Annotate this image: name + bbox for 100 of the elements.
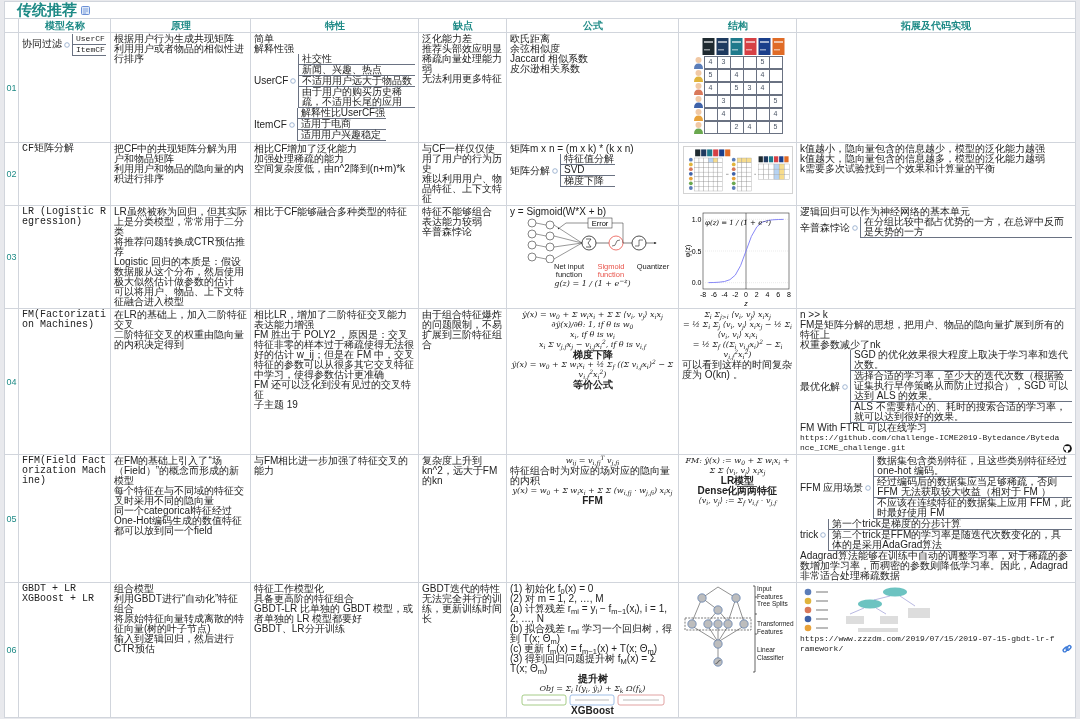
cell-text: (1) 初始化 f$_{0}$(x) = 0 [510,584,595,594]
note-icon[interactable] [81,5,90,15]
branch-item: UserCF [73,34,106,45]
node-circle-icon [852,224,858,231]
formula-caption: Dense化两两特征 [696,486,779,496]
cell-text: 表达能力较弱 [422,217,482,227]
model-name: GBDT + LR [22,584,77,594]
cell-text: 皮尔逊相关系数 [510,64,580,74]
cell-text: 与FM相比进一步加强了特征交叉的能力 [254,456,410,476]
cell-text: 权重参数减少了nk [800,340,882,350]
cell-text: 解释性强 [254,44,295,54]
matrix-cell [716,68,731,82]
cell-text: 利用GBDT进行“自动化”特征组合 [114,594,239,614]
cell-text: 欧氏距离 [510,34,550,44]
cell-text: 由于组合特征爆炸的问题限制，不易扩展到三阶特征组合 [422,310,503,350]
node-circle-icon [865,484,872,491]
matrix-cell [755,94,770,108]
book-cover-icon [758,38,771,55]
cell-text: 输入到逻辑回归，然后进行CTR预估 [114,634,235,654]
column-header: 原理 [170,20,191,31]
model-name: FM(Factorization Machines) [22,310,107,330]
formula-text: x$_{i}$ Σ v$_{j,f}$x$_{j}$ − v$_{i,f}$x$_{i}$$^{2}$, if θ is v$_{i,f}$ [538,340,648,350]
node-circle-icon [820,532,827,538]
formula-text: ⟨v$_{i}$, v$_{j}$⟩ := Σ$_{f}$ v$_{i,f}$ · v$_{j,f}$ [697,496,778,506]
cell-text: 相比于CF能够融合多种类型的特征 [254,207,409,217]
branch-label: trick [800,530,819,540]
book-cover-icon [744,38,757,55]
matrix-cell [716,120,731,134]
cell-text: FM是矩阵分解的思想，把用户、物品的隐向量扩展到所有的特征上 [800,320,1066,340]
branch-item: 第一个trick是梯度的分步计算 [829,519,1072,530]
cell-text: 相比LR，增加了二阶特征交叉能力 [254,310,408,320]
formula-text: FM: ŷ(x) := w$_{0}$ + Σ w$_{i}$x$_{i}$ + Σ Σ ⟨v$_{i}$, v$_{j}$⟩ x$_{i}$x$_{j}$ [684,456,791,476]
formula-text: ŷ(x) = w$_{0}$ + Σ w$_{i}$x$_{i}$ + Σ Σ ⟨v$_{i}$, v$_{j}$⟩ x$_{i}$x$_{j}$ [521,310,664,320]
cell-text: 可以看到这样的时间复杂度为 O(kn) 。 [682,360,793,380]
cell-text: Adagrad算法能够在训练中自动的调整学习率，对于稀疏的参数增加学习率，而稠密的参数则降低学习率。因此，Adagrad非常适合处理稀疏数据 [800,551,1069,581]
cell-text: FM 还可以泛化到没有见过的交叉特征 [254,380,413,400]
cell-text: FM With FTRL 可以在线学习 [800,423,928,433]
branch-item: 不适用用户远大于物品数 [299,76,415,87]
cell-text: 将推荐问题转换成CTR预估推荐 [114,237,246,257]
matrix-cell [742,107,757,121]
cell-text: 矩阵m x n = (m x k) * (k x n) [510,144,635,154]
branch-item: 适用用户兴趣稳定 [297,130,387,141]
branch-item: ItemCF [73,45,106,56]
branch-item: 数据集包含类别特征，且这些类别特征经过one-hot 编码。 [874,456,1072,477]
cell-text: 简单 [254,34,274,44]
row-number: 05 [6,513,17,524]
matrix-cell [703,107,718,121]
matrix-cell [742,94,757,108]
row-number: 01 [6,82,17,93]
formula-text: Obj = Σ$_{i}$ l(y$_{i}$, ŷ$_{i}$) + Σ$_{k}$ Ω(f$_{k}$) [538,684,647,694]
row-number: 02 [6,169,17,179]
url-link[interactable]: https://www.zzzdm.com/2019/07/15/2019-07-15-gbdt-lr-framework/ [800,634,1059,654]
cell-text: 空间复杂度低，由n^2降到(n+m)*k [254,164,407,174]
model-name: XGBoost + LR [22,594,95,604]
cell-text: 复杂度上升到kn^2，远大于FM的kn [422,456,499,486]
cell-text: FM 胜出于 POLY2 ，原因是：交叉特征非零的样本过于稀疏使得无法很好的估计 w_ij；但是在 FM 中，交叉特征的参数可以从很多其它交叉特征中学习，使得参数估计更准确 [254,330,415,380]
cell-text: 与CF一样仅仅使用了用户的行为历史 [422,144,503,174]
cell-text: 可以将用户、物品、上下文特征融合进入模型 [114,287,245,307]
column-header: 拓展及代码实现 [901,20,971,31]
node-circle-icon [552,167,558,174]
branch-label: 辛普森悖论 [800,222,850,233]
cell-text: 根据用户行为生成共现矩阵 [114,34,234,44]
formula-caption: FFM [581,496,604,506]
formula-caption: 等价公式 [571,380,614,390]
branch-item: 不应该在连续特征的数据集上应用 FFM，此时最好使用 FM [874,498,1072,519]
matrix-cell [768,81,783,95]
node-circle-icon [290,78,297,84]
cell-text: 利用用户或者物品的相似性进行排序 [114,44,245,64]
branch-item: 新闻、兴趣、热点 [299,65,415,76]
column-header: 特性 [324,20,345,31]
user-avatar-icon [692,121,704,134]
cell-text: 难以利用用户、物品特征、上下文特征 [422,174,503,204]
cell-text: 特征不能够组合 [422,207,493,217]
node-circle-icon [288,121,295,128]
cell-text: 特征组合时为对应的场对应的隐向量的内积 [510,466,671,486]
branch-item: 第二个trick是FFM的学习率是随迭代次数变化的，具体的是采用AdaGrad算法 [829,530,1072,551]
matrix-cell [729,55,744,69]
cell-text: 辛普森悖论 [422,227,472,237]
model-name: FFM(Field Factorization Machine) [22,456,107,486]
formula-text: w$_{ij}$ = v$_{i,fj}$$^{T}$ v$_{j,fi}$ [565,456,620,466]
cell-text: 将原始特征向量转成离散的特征向量(树的叶子节点) [114,614,245,634]
cell-text: 同一个categorical特征经过One-Hot编码生成的数值特征都可以放到同一个field [114,506,243,536]
matrix-cell [729,107,744,121]
formula-caption: LR模型 [719,476,756,486]
url-link[interactable]: https://github.com/challenge-ICME2019-Bytedance/Bytedance_ICME_challenge.git [800,433,1060,453]
cell-text: 余弦相似度 [510,44,561,54]
branch-label: 协同过滤 [22,40,62,50]
cell-text: (a) 计算残差 r$_{mi}$ = y$_{i}$ − f$_{m−1}$(x$_{i}$), i = 1, 2, …, N [510,604,668,624]
matrix-cell [755,120,770,134]
formula-text: x$_{i}$, if θ is w$_{i}$ [569,330,616,340]
cell-text: 子主题 19 [254,400,299,410]
user-avatar-icon [692,108,704,121]
cell-text: LR虽然被称为回归，但其实际上是分类模型，常常用于二分类 [114,207,247,237]
user-avatar-icon [692,82,704,95]
cell-text: 每个特征在与不同域的特征交叉时采用不同的隐向量 [114,486,245,506]
row-number: 06 [6,645,17,655]
formula-text: ∂ŷ(x)/∂θ: 1, if θ is w$_{0}$ [550,320,635,330]
user-avatar-icon [692,69,704,82]
matrix-cell [703,94,718,108]
branch-item: 梯度下降 [561,176,615,187]
